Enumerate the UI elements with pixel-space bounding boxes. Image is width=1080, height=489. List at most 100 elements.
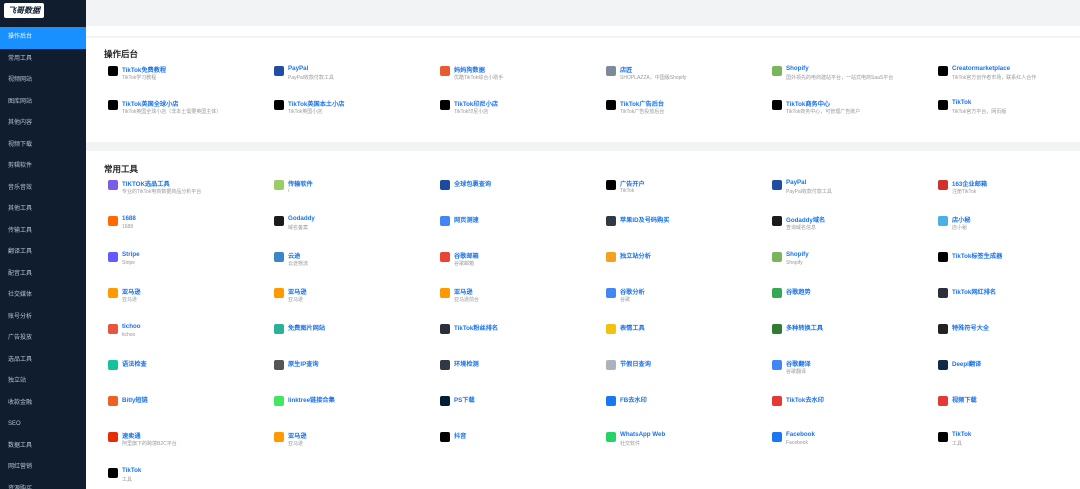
tiktok-icon xyxy=(440,100,450,110)
card-title: PayPal xyxy=(288,65,309,72)
sidebar-item[interactable]: 操作后台 xyxy=(0,27,86,49)
sidebar-item[interactable]: 资源购买 xyxy=(0,479,86,489)
tool-card[interactable]: 谷歌趋势 xyxy=(772,287,932,309)
tool-card[interactable]: 谷歌翻译 谷歌翻译 xyxy=(772,359,932,381)
tool-card[interactable]: Facebook Facebook xyxy=(772,431,932,453)
paypal-icon xyxy=(274,66,284,76)
tool-card[interactable]: Stripe Stripe xyxy=(108,251,268,273)
tiktok-rank-icon xyxy=(938,288,948,298)
tool-card[interactable]: 妈妈狗数据 优酷TikTok综合小助手 xyxy=(440,65,600,87)
tool-card[interactable]: 云途 云途物流 xyxy=(274,251,434,273)
tool-card[interactable]: Godaddy 域名备案 xyxy=(274,215,434,237)
tool-card[interactable]: 亚马逊 亚马逊前台 xyxy=(440,287,600,309)
tool-card[interactable]: tichoo tichoo xyxy=(108,323,268,345)
app-logo[interactable]: 飞哥数据 xyxy=(4,3,44,18)
tool-card[interactable]: 独立站分析 xyxy=(606,251,766,273)
tool-card[interactable]: 谷歌邮箱 谷歌邮箱 xyxy=(440,251,600,273)
tool-card[interactable]: 抖音 xyxy=(440,431,600,453)
tool-card[interactable]: 原生IP查询 xyxy=(274,359,434,381)
tool-card[interactable]: TikTok 工具 xyxy=(108,467,268,489)
tool-card[interactable]: 环境检测 xyxy=(440,359,600,381)
tool-card[interactable]: 速卖通 阿里旗下的跨境B2C平台 xyxy=(108,431,268,453)
tool-card[interactable]: TikTok网红排名 xyxy=(938,287,1080,309)
tool-card[interactable]: TikTok印尼小店 TikTok印尼小店 xyxy=(440,99,600,121)
sidebar-item[interactable]: 传输工具 xyxy=(0,221,86,243)
card-title: TikTok标签生成器 xyxy=(952,253,1003,260)
sidebar-item[interactable]: 翻译工具 xyxy=(0,242,86,264)
tool-card[interactable]: Godaddy域名 查询域名信息 xyxy=(772,215,932,237)
tool-card[interactable]: TikTok 工具 xyxy=(938,431,1080,453)
sidebar-item[interactable]: 社交媒体 xyxy=(0,285,86,307)
sidebar-item[interactable]: 视频下载 xyxy=(0,135,86,157)
card-desc: 查询域名信息 xyxy=(786,225,817,231)
sidebar-item[interactable]: 配音工具 xyxy=(0,264,86,286)
tool-card[interactable]: FB去水印 xyxy=(606,395,766,417)
tool-card[interactable]: TikTok免费教程 TikTok学习教程 xyxy=(108,65,268,87)
sidebar-item[interactable]: 视频网站 xyxy=(0,70,86,92)
tool-card[interactable]: TIKTOK选品工具 专业的TikTok电商数据商品分析平台 xyxy=(108,179,268,201)
tool-card[interactable]: 1688 1688 xyxy=(108,215,268,237)
tool-card[interactable]: TikTok粉丝排名 xyxy=(440,323,600,345)
sidebar-item[interactable]: 独立站 xyxy=(0,371,86,393)
tool-card[interactable]: 店小秘 店小秘 xyxy=(938,215,1080,237)
sidebar-item[interactable]: 网红营销 xyxy=(0,457,86,479)
tool-card[interactable]: 多种转换工具 xyxy=(772,323,932,345)
tool-card[interactable]: PayPal PayPal收款付款工具 xyxy=(772,179,932,201)
tool-card[interactable]: linktree链接合集 xyxy=(274,395,434,417)
tool-card[interactable]: 谷歌分析 谷歌 xyxy=(606,287,766,309)
stripe-icon xyxy=(108,252,118,262)
ps-icon xyxy=(440,396,450,406)
sidebar-item[interactable]: 账号分析 xyxy=(0,307,86,329)
tool-card[interactable]: Shopify Shopify xyxy=(772,251,932,273)
tool-card[interactable]: 特殊符号大全 xyxy=(938,323,1080,345)
tool-card[interactable]: 店匠 SHOPLAZZA，中国版Shopify xyxy=(606,65,766,87)
tool-card[interactable]: TikTok商务中心 TikTok商务中心，可管理广告账户 xyxy=(772,99,932,121)
tool-card[interactable]: WhatsApp Web 社交软件 xyxy=(606,431,766,453)
tool-card[interactable]: TikTok TikTok官方平台，网页版 xyxy=(938,99,1080,121)
tool-card[interactable]: 免费图片网站 xyxy=(274,323,434,345)
tool-card[interactable]: 传输软件 / xyxy=(274,179,434,201)
sidebar-item[interactable]: 选品工具 xyxy=(0,350,86,372)
tool-card[interactable]: PayPal PayPal收款付款工具 xyxy=(274,65,434,87)
tool-card[interactable]: Shopify 国外领先的电商建站平台，一站式电商SaaS平台 xyxy=(772,65,932,87)
sidebar-item[interactable]: 收款金融 xyxy=(0,393,86,415)
tool-card[interactable]: TikTok英国本土小店 TikTok英国小店 xyxy=(274,99,434,121)
tool-card[interactable]: 视频下载 xyxy=(938,395,1080,417)
tool-card[interactable]: Deepl翻译 xyxy=(938,359,1080,381)
tool-card[interactable]: 全球包裹查询 xyxy=(440,179,600,201)
card-title: Shopify xyxy=(786,65,809,72)
sidebar-item[interactable]: SEO xyxy=(0,414,86,436)
card-title: Creatormarketplace xyxy=(952,65,1011,72)
card-desc: 国外领先的电商建站平台，一站式电商SaaS平台 xyxy=(786,75,894,81)
sidebar-item[interactable]: 图库网站 xyxy=(0,92,86,114)
tool-card[interactable]: 亚马逊 亚马逊 xyxy=(274,431,434,453)
tool-card[interactable]: Bitly短链 xyxy=(108,395,268,417)
card-title: 店小秘 xyxy=(952,217,971,224)
tool-card[interactable]: 苹果ID及号码购买 xyxy=(606,215,766,237)
tool-card[interactable]: 163企业邮箱 注册TikTok xyxy=(938,179,1080,201)
tool-card[interactable]: TikTok英国全球小店 TikTok英国全球小店（非本土需要英国主体） xyxy=(108,99,268,121)
tool-card[interactable]: 表情工具 xyxy=(606,323,766,345)
tool-card[interactable]: 节假日查询 xyxy=(606,359,766,381)
tool-card[interactable]: Creatormarketplace TikTok官方创作者市场，联系红人合作 xyxy=(938,65,1080,87)
tool-card[interactable]: TikTok标签生成器 xyxy=(938,251,1080,273)
tool-card[interactable]: 亚马逊 亚马逊 xyxy=(108,287,268,309)
tool-card[interactable]: 广告开户 TikTok xyxy=(606,179,766,201)
sidebar-item[interactable]: 常用工具 xyxy=(0,49,86,71)
tool-card[interactable]: PS下载 xyxy=(440,395,600,417)
sidebar-item[interactable]: 剪辑软件 xyxy=(0,156,86,178)
tool-card[interactable]: TikTok去水印 xyxy=(772,395,932,417)
tool-card[interactable]: 亚马逊 亚马逊 xyxy=(274,287,434,309)
sidebar-item[interactable]: 其他工具 xyxy=(0,199,86,221)
sidebar-item[interactable]: 其他内容 xyxy=(0,113,86,135)
tool-card[interactable]: 网页测速 xyxy=(440,215,600,237)
card-title: 谷歌翻译 xyxy=(786,361,811,368)
sidebar-item[interactable]: 音乐音效 xyxy=(0,178,86,200)
card-desc: 谷歌邮箱 xyxy=(454,261,475,267)
tool-card[interactable]: 语法检查 xyxy=(108,359,268,381)
tool-card[interactable]: TikTok广告后台 TikTok广告投放后台 xyxy=(606,99,766,121)
sidebar-item[interactable]: 广告投放 xyxy=(0,328,86,350)
sidebar-item[interactable]: 数据工具 xyxy=(0,436,86,458)
card-desc: TikTok英国小店 xyxy=(288,109,323,115)
tiktok-icon xyxy=(108,66,118,76)
